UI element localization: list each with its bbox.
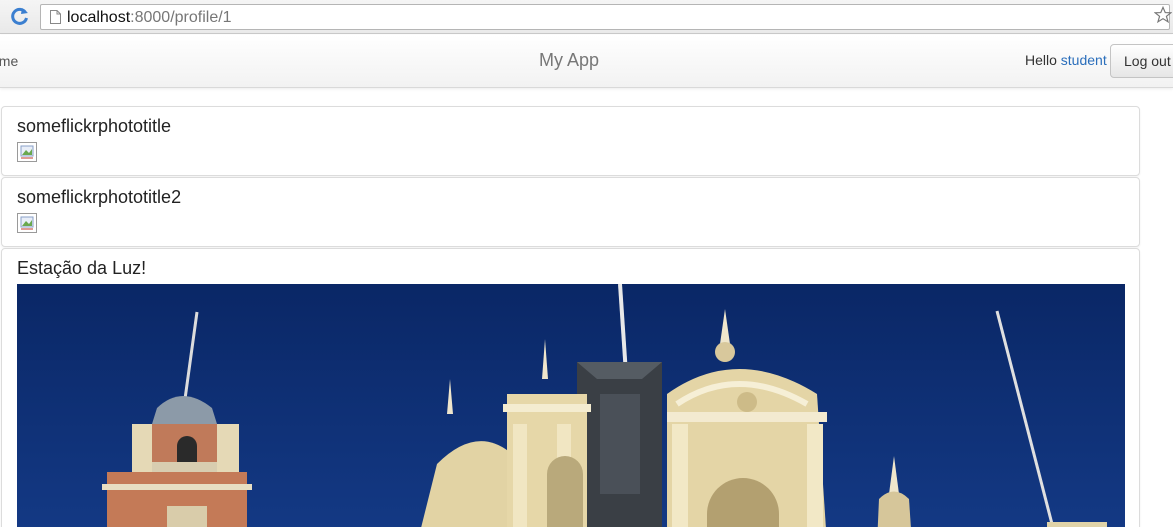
photo-title: someflickrphototitle (17, 116, 172, 136)
broken-image-icon (17, 142, 37, 162)
browser-toolbar: localhost:8000/profile/1 (0, 0, 1173, 34)
page-icon (50, 10, 61, 24)
username-link[interactable]: student (1061, 52, 1107, 68)
photo-title: someflickrphototitle2 (17, 187, 182, 207)
station-photo (17, 284, 1125, 527)
photo-panel: someflickrphototitle (1, 106, 1140, 176)
url-path: :8000/profile/1 (130, 9, 232, 26)
station-building-image (17, 284, 1125, 527)
photo-panel: Estação da Luz! (1, 248, 1140, 527)
address-bar[interactable]: localhost:8000/profile/1 (40, 4, 1172, 30)
bookmark-star-icon[interactable] (1154, 6, 1172, 24)
logout-button[interactable]: Log out (1110, 44, 1173, 78)
navbar: ome My App Hello student Log out (0, 35, 1173, 88)
reload-icon[interactable] (10, 6, 30, 26)
app-brand[interactable]: My App (539, 50, 599, 71)
photo-title: Estação da Luz! (17, 258, 147, 278)
broken-image-icon (17, 213, 37, 233)
user-greeting: Hello student (1025, 52, 1107, 68)
photo-panel: someflickrphototitle2 (1, 177, 1140, 247)
greeting-text: Hello (1025, 52, 1057, 68)
nav-home-link[interactable]: ome (0, 53, 18, 69)
url-host: localhost (67, 9, 131, 26)
url-text[interactable]: localhost:8000/profile/1 (67, 9, 232, 27)
